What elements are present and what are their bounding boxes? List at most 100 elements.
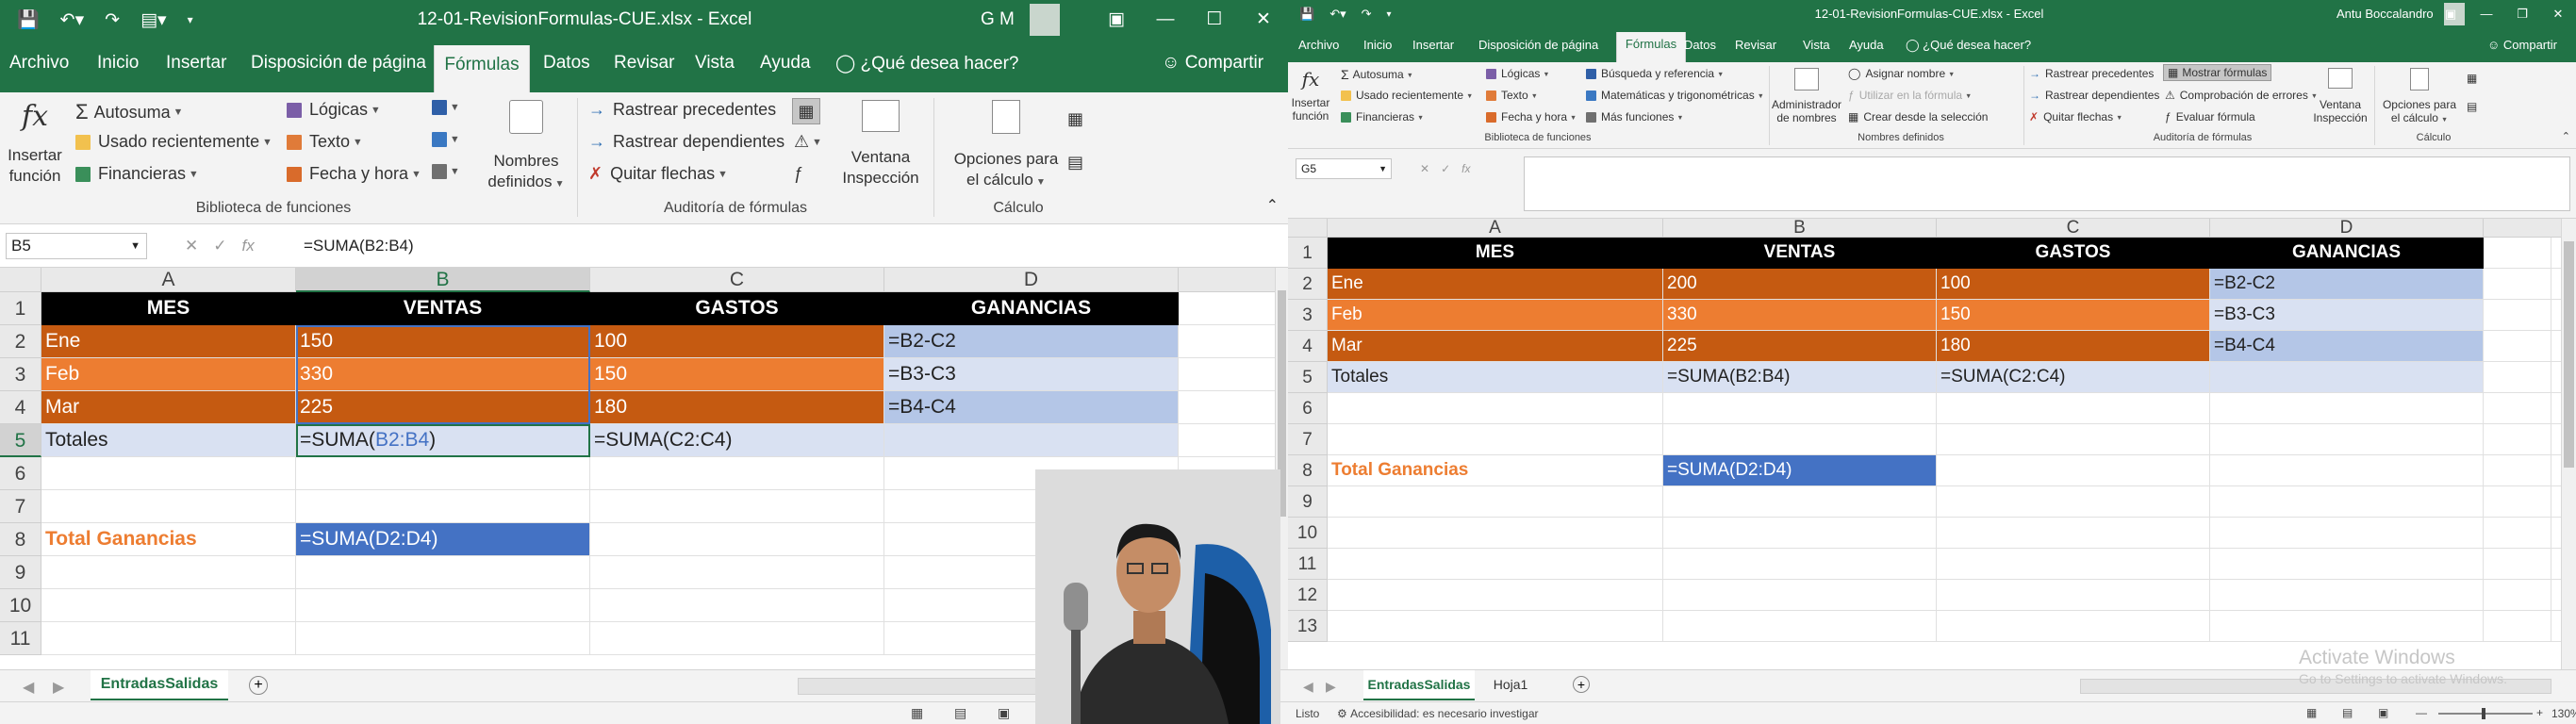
cell-b13[interactable] [1663, 611, 1937, 642]
vertical-scroll-thumb[interactable] [2564, 241, 2574, 468]
tell-me-box[interactable]: ◯ ¿Qué desea hacer? [835, 53, 1019, 74]
cell[interactable] [2484, 269, 2551, 300]
cell-a11[interactable] [1328, 549, 1663, 580]
column-header-c[interactable]: C [590, 268, 884, 292]
cell-d8[interactable] [2210, 455, 2484, 486]
calc-options-button[interactable]: Opciones para el cálculo ▼ [943, 100, 1069, 193]
cell[interactable] [2484, 424, 2551, 455]
cell-a6[interactable] [1328, 393, 1663, 424]
name-box-dropdown-icon[interactable]: ▼ [1379, 164, 1387, 173]
calc-options-button[interactable]: Opciones para el cálculo ▼ [2378, 68, 2461, 126]
cell-d11[interactable] [2210, 549, 2484, 580]
column-header-c[interactable]: C [1937, 219, 2210, 238]
cell-c4[interactable]: 180 [590, 391, 884, 424]
row-header-7[interactable]: 7 [0, 490, 41, 523]
row-header-3[interactable]: 3 [0, 358, 41, 391]
tab-inicio[interactable]: Inicio [97, 53, 139, 74]
zoom-slider[interactable] [2438, 713, 2533, 715]
cell-c6[interactable] [1937, 393, 2210, 424]
cell-a6[interactable] [41, 457, 296, 490]
recent-functions-button[interactable]: Usado recientemente ▼ [1341, 89, 1473, 102]
normal-view-icon[interactable]: ▦ [911, 705, 923, 721]
cell-b12[interactable] [1663, 580, 1937, 611]
sheet-nav-right-icon[interactable]: ▶ [53, 678, 64, 697]
remove-arrows-button[interactable]: ✗ Quitar flechas ▼ [588, 164, 728, 184]
sheet-tab-entradassalidas[interactable]: EntradasSalidas [91, 670, 228, 700]
autosum-button[interactable]: Σ Autosuma ▼ [1341, 67, 1413, 82]
page-layout-icon[interactable]: ▤ [954, 705, 966, 721]
row-header-13[interactable]: 13 [1288, 611, 1328, 642]
financial-functions-button[interactable]: Financieras ▼ [75, 164, 199, 184]
column-header-b[interactable]: B [1663, 219, 1937, 238]
cell-d10[interactable] [2210, 518, 2484, 549]
cell-a4[interactable]: Mar [41, 391, 296, 424]
cell-b8[interactable]: =SUMA(D2:D4) [296, 523, 590, 556]
cell-b3[interactable]: 330 [296, 358, 590, 391]
row-header-5[interactable]: 5 [1288, 362, 1328, 393]
save-icon[interactable]: 💾 [1299, 7, 1314, 22]
restore-icon[interactable]: ❐ [2504, 0, 2540, 28]
sheet-nav-left-icon[interactable]: ◀ [23, 678, 34, 697]
column-header-a[interactable]: A [41, 268, 296, 292]
sheet-nav-left-icon[interactable]: ◀ [1303, 679, 1313, 695]
cell[interactable] [2484, 238, 2551, 269]
row-header-10[interactable]: 10 [0, 589, 41, 622]
cell-a5[interactable]: Totales [41, 424, 296, 457]
row-header-2[interactable]: 2 [0, 325, 41, 358]
row-header-5[interactable]: 5 [0, 424, 41, 457]
normal-view-icon[interactable]: ▦ [2306, 706, 2317, 719]
cell-b3[interactable]: 330 [1663, 300, 1937, 331]
create-from-selection-button[interactable]: ▦ Crear desde la selección [1848, 110, 1988, 123]
cell-a2[interactable]: Ene [1328, 269, 1663, 300]
name-box[interactable]: B5 ▼ [6, 233, 147, 259]
tab-archivo[interactable]: Archivo [1298, 38, 1339, 52]
maximize-icon[interactable]: ☐ [1190, 0, 1239, 40]
form-icon[interactable]: ▤▾ [140, 9, 167, 31]
row-header-9[interactable]: 9 [0, 556, 41, 589]
row-header-4[interactable]: 4 [1288, 331, 1328, 362]
datetime-functions-button[interactable]: Fecha y hora ▼ [287, 164, 421, 184]
cell-b7[interactable] [1663, 424, 1937, 455]
row-header-11[interactable]: 11 [0, 622, 41, 655]
row-header-6[interactable]: 6 [0, 457, 41, 490]
cell[interactable] [1179, 292, 1288, 325]
cell-d5[interactable] [2210, 362, 2484, 393]
cell-c7[interactable] [1937, 424, 2210, 455]
column-header-d[interactable]: D [2210, 219, 2484, 238]
cell-c1[interactable]: GASTOS [1937, 238, 2210, 269]
row-header-3[interactable]: 3 [1288, 300, 1328, 331]
cell-a8[interactable]: Total Ganancias [41, 523, 296, 556]
cell-d5[interactable] [884, 424, 1179, 457]
cell-a10[interactable] [1328, 518, 1663, 549]
customize-qat-icon[interactable]: ▾ [1387, 9, 1392, 20]
lookup-functions-button[interactable]: ▼ [432, 100, 460, 115]
tab-revisar[interactable]: Revisar [1735, 38, 1776, 52]
zoom-out-icon[interactable]: — [2416, 706, 2427, 719]
cell[interactable] [2484, 580, 2551, 611]
logical-functions-button[interactable]: Lógicas ▼ [1486, 67, 1550, 80]
cell-d3[interactable]: =B3-C3 [2210, 300, 2484, 331]
row-header-1[interactable]: 1 [1288, 238, 1328, 269]
zoom-in-icon[interactable]: + [2536, 706, 2543, 719]
text-functions-button[interactable]: Texto ▼ [287, 132, 363, 152]
evaluate-formula-button[interactable]: ƒ Evaluar fórmula [2165, 110, 2255, 123]
cell-b7[interactable] [296, 490, 590, 523]
cell-c1[interactable]: GASTOS [590, 292, 884, 325]
recent-functions-button[interactable]: Usado recientemente ▼ [75, 132, 272, 152]
cell-d4[interactable]: =B4-C4 [884, 391, 1179, 424]
vertical-scrollbar[interactable] [2561, 219, 2576, 669]
cell-c9[interactable] [590, 556, 884, 589]
calc-now-icon[interactable]: ▦ [1067, 109, 1083, 129]
cell-b9[interactable] [296, 556, 590, 589]
calc-sheet-icon[interactable]: ▤ [1067, 153, 1083, 173]
cell[interactable] [1179, 325, 1288, 358]
cell[interactable] [2484, 486, 2551, 518]
tab-datos[interactable]: Datos [1684, 38, 1716, 52]
cell[interactable] [2484, 300, 2551, 331]
cell-a2[interactable]: Ene [41, 325, 296, 358]
cell-a9[interactable] [1328, 486, 1663, 518]
cell[interactable] [2484, 518, 2551, 549]
cancel-icon[interactable]: ✕ [185, 237, 198, 255]
use-in-formula-button[interactable]: ƒ Utilizar en la fórmula ▼ [1848, 89, 1972, 102]
tab-insertar[interactable]: Insertar [166, 53, 226, 74]
